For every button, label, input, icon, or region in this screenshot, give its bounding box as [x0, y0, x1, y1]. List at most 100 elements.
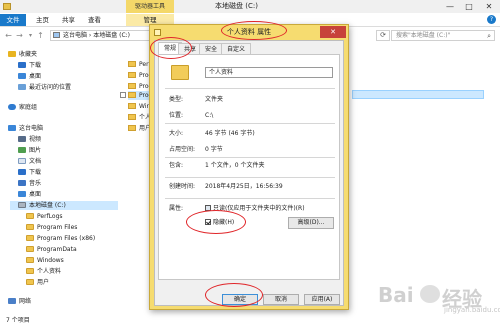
- back-arrow-icon[interactable]: ←: [4, 31, 13, 40]
- list-item[interactable]: Perf: [128, 60, 151, 69]
- attributes-label: 属性:: [169, 205, 184, 212]
- nav-pc-downloads[interactable]: 下载: [18, 168, 41, 177]
- context-tab-drive-tools[interactable]: 驱动器工具: [126, 0, 174, 13]
- apply-button[interactable]: 应用(A): [304, 294, 340, 305]
- nav-pc-pictures[interactable]: 图片: [18, 146, 41, 155]
- tab-security[interactable]: 安全: [199, 43, 224, 54]
- hidden-check-box[interactable]: [205, 219, 211, 225]
- video-folder-icon: [18, 136, 26, 142]
- nav-local-disk-c[interactable]: 本地磁盘 (C:): [10, 201, 118, 210]
- refresh-icon[interactable]: ⟳: [376, 30, 390, 41]
- nav-homegroup[interactable]: 家庭组: [8, 103, 37, 112]
- nav-fav-downloads[interactable]: 下载: [18, 61, 41, 70]
- created-value: 2018年4月25日，16:56:39: [205, 183, 283, 190]
- divider: [165, 177, 335, 178]
- star-icon: [8, 51, 16, 57]
- advanced-button[interactable]: 高级(D)...: [288, 217, 334, 229]
- divider: [165, 157, 335, 158]
- folder-icon: [128, 83, 136, 89]
- dialog-close-button[interactable]: ✕: [320, 26, 346, 38]
- folder-icon: [128, 125, 136, 131]
- baidu-watermark-logo: Bai 经验 jingyan.baidu.com: [378, 283, 500, 314]
- tab-file[interactable]: 文件: [0, 14, 26, 26]
- nav-fav-recent[interactable]: 最近访问的位置: [18, 83, 71, 92]
- computer-icon: [8, 125, 16, 131]
- explorer-titlebar: 驱动器工具 本地磁盘 (C:) — □ ✕: [0, 0, 500, 13]
- search-icon: ⌕: [487, 32, 491, 40]
- dialog-titlebar: 个人资料 属性 ✕: [150, 25, 348, 40]
- computer-icon: [53, 32, 60, 38]
- nav-favorites[interactable]: 收藏夹: [8, 50, 37, 59]
- nav-users[interactable]: 用户: [26, 278, 49, 287]
- pictures-folder-icon: [18, 147, 26, 153]
- divider: [165, 198, 335, 199]
- documents-folder-icon: [18, 158, 26, 164]
- nav-pc-documents[interactable]: 文档: [18, 157, 41, 166]
- folder-icon: [171, 65, 189, 80]
- divider: [165, 123, 335, 124]
- recent-dropdown-icon[interactable]: ▾: [26, 31, 35, 40]
- tab-customize[interactable]: 自定义: [221, 43, 252, 54]
- folder-name-field[interactable]: 个人资料: [205, 67, 333, 78]
- address-bar[interactable]: 这台电脑 › 本地磁盘 (C:): [50, 30, 150, 41]
- desktop-icon: [18, 73, 26, 79]
- contains-value: 1 个文件，0 个文件夹: [205, 162, 265, 169]
- created-label: 创建时间:: [169, 183, 196, 190]
- nav-fav-desktop[interactable]: 桌面: [18, 72, 41, 81]
- nav-program-files-x86[interactable]: Program Files (x86): [26, 234, 95, 243]
- homegroup-icon: [8, 104, 16, 110]
- maximize-button[interactable]: □: [460, 0, 478, 13]
- nav-windows[interactable]: Windows: [26, 256, 64, 265]
- folder-icon: [26, 246, 34, 252]
- tab-share[interactable]: 共享: [56, 14, 81, 26]
- row-select-checkbox[interactable]: [120, 92, 126, 98]
- nav-pc-videos[interactable]: 视频: [18, 135, 41, 144]
- minimize-button[interactable]: —: [441, 0, 459, 13]
- list-item[interactable]: 用户: [128, 124, 151, 133]
- folder-icon: [26, 224, 34, 230]
- folder-icon: [26, 257, 34, 263]
- nav-thispc[interactable]: 这台电脑: [8, 124, 43, 133]
- nav-personal-data[interactable]: 个人资料: [26, 267, 61, 276]
- type-value: 文件夹: [205, 96, 224, 103]
- folder-icon: [128, 61, 136, 67]
- type-label: 类型:: [169, 96, 184, 103]
- navigation-pane: 收藏夹 下载 桌面 最近访问的位置 家庭组 这台电脑 视频 图片 文档 下载 音…: [0, 44, 120, 314]
- disk-size-value: 0 字节: [205, 146, 223, 153]
- folder-app-icon: [3, 3, 11, 10]
- search-placeholder: 搜索"本地磁盘 (C:)": [396, 32, 451, 39]
- download-icon: [18, 169, 26, 175]
- list-item[interactable]: Win: [128, 102, 150, 111]
- nav-network[interactable]: 网络: [8, 297, 31, 306]
- hidden-checkbox[interactable]: 隐藏(H): [205, 218, 234, 227]
- readonly-checkbox[interactable]: 只读(仅应用于文件夹中的文件)(R): [205, 204, 305, 213]
- search-input[interactable]: 搜索"本地磁盘 (C:)" ⌕: [391, 30, 495, 41]
- address-path: 这台电脑 › 本地磁盘 (C:): [63, 32, 131, 39]
- readonly-label: 只读(仅应用于文件夹中的文件)(R): [213, 205, 305, 212]
- nav-pc-desktop[interactable]: 桌面: [18, 190, 41, 199]
- network-icon: [8, 298, 16, 304]
- list-item[interactable]: 个人: [128, 113, 151, 122]
- size-value: 46 字节 (46 字节): [205, 130, 255, 137]
- desktop-icon: [18, 191, 26, 197]
- hidden-label: 隐藏(H): [213, 219, 235, 226]
- disk-size-label: 占用空间:: [169, 146, 196, 153]
- help-icon[interactable]: ?: [487, 15, 496, 24]
- nav-program-files[interactable]: Program Files: [26, 223, 77, 232]
- tab-view[interactable]: 查看: [82, 14, 107, 26]
- nav-perflogs[interactable]: PerfLogs: [26, 212, 63, 221]
- divider: [165, 88, 335, 89]
- forward-arrow-icon[interactable]: →: [15, 31, 24, 40]
- readonly-check-box[interactable]: [205, 205, 211, 211]
- nav-programdata[interactable]: ProgramData: [26, 245, 77, 254]
- selected-row-highlight: [352, 90, 484, 99]
- tab-home[interactable]: 主页: [30, 14, 55, 26]
- ok-button[interactable]: 确定: [222, 294, 258, 305]
- cancel-button[interactable]: 取消: [263, 294, 299, 305]
- window-title: 本地磁盘 (C:): [215, 2, 258, 10]
- nav-pc-music[interactable]: 音乐: [18, 179, 41, 188]
- close-button[interactable]: ✕: [480, 0, 498, 13]
- size-label: 大小:: [169, 130, 184, 137]
- folder-icon: [128, 92, 136, 98]
- up-arrow-icon[interactable]: ↑: [36, 31, 45, 40]
